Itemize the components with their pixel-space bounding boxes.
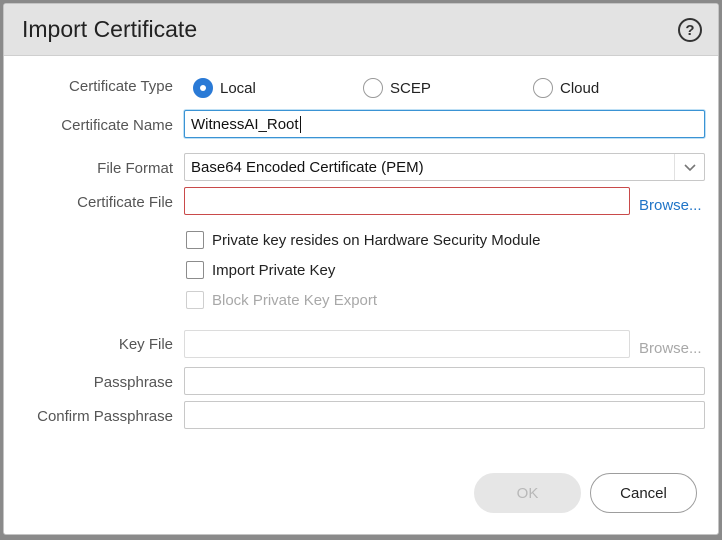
key-file-input — [184, 330, 630, 358]
radio-local-button[interactable] — [193, 78, 213, 98]
radio-cloud-label: Cloud — [560, 79, 600, 97]
hsm-checkbox-row[interactable]: Private key resides on Hardware Security… — [186, 230, 540, 250]
certificate-type-label: Certificate Type — [69, 78, 173, 95]
radio-cloud-button[interactable] — [533, 78, 553, 98]
block-export-checkbox — [186, 291, 204, 309]
block-export-label: Block Private Key Export — [212, 291, 378, 309]
certificate-name-value: WitnessAI_Root — [191, 115, 299, 133]
file-format-selected: Base64 Encoded Certificate (PEM) — [191, 158, 424, 176]
radio-scep-label: SCEP — [390, 79, 431, 97]
dialog-titlebar: Import Certificate ? — [4, 4, 718, 56]
passphrase-label: Passphrase — [93, 374, 173, 391]
certificate-name-input[interactable]: WitnessAI_Root — [184, 110, 705, 138]
confirm-passphrase-label: Confirm Passphrase — [37, 408, 173, 425]
import-private-key-label: Import Private Key — [212, 261, 336, 279]
passphrase-input[interactable] — [184, 367, 705, 395]
radio-local-label: Local — [220, 79, 256, 97]
radio-cloud[interactable]: Cloud — [533, 76, 599, 100]
import-private-key-row[interactable]: Import Private Key — [186, 260, 335, 280]
certificate-file-label: Certificate File — [77, 194, 173, 211]
ok-button: OK — [474, 473, 581, 513]
file-format-select[interactable]: Base64 Encoded Certificate (PEM) — [184, 153, 705, 181]
key-file-browse-link: Browse... — [639, 340, 702, 357]
import-certificate-dialog: Import Certificate ? Certificate Type Lo… — [3, 3, 719, 535]
radio-scep-button[interactable] — [363, 78, 383, 98]
hsm-checkbox[interactable] — [186, 231, 204, 249]
radio-scep[interactable]: SCEP — [363, 76, 431, 100]
key-file-label: Key File — [118, 336, 173, 353]
block-export-row: Block Private Key Export — [186, 290, 377, 310]
help-icon[interactable]: ? — [678, 18, 702, 42]
certificate-file-browse-link[interactable]: Browse... — [639, 197, 702, 214]
certificate-name-label: Certificate Name — [61, 117, 173, 134]
radio-local[interactable]: Local — [193, 76, 256, 100]
confirm-passphrase-input[interactable] — [184, 401, 705, 429]
text-caret — [299, 115, 301, 133]
file-format-label: File Format — [97, 160, 173, 177]
certificate-file-input[interactable] — [184, 187, 630, 215]
dialog-title: Import Certificate — [22, 16, 198, 42]
hsm-checkbox-label: Private key resides on Hardware Security… — [212, 231, 541, 249]
cancel-button[interactable]: Cancel — [590, 473, 697, 513]
import-private-key-checkbox[interactable] — [186, 261, 204, 279]
chevron-down-icon[interactable] — [674, 154, 704, 180]
